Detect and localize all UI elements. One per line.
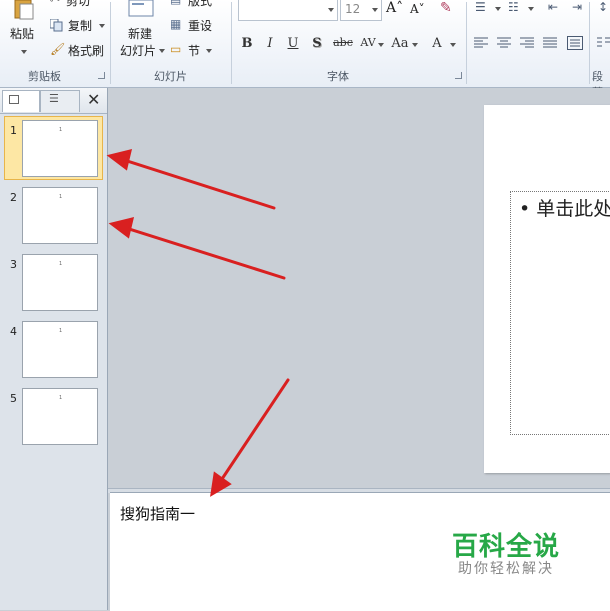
bullets-icon[interactable]: ☰ [475, 0, 486, 14]
thumbnail-marker: 1 [59, 328, 63, 334]
slide-thumbnail[interactable]: 1 [22, 120, 98, 177]
new-slide-label-line2: 幻灯片 [120, 44, 157, 58]
slide-thumbnail[interactable]: 1 [22, 254, 98, 311]
new-slide-button[interactable]: 新建 幻灯片 [116, 0, 165, 62]
format-painter-button[interactable]: 🖌 格式刷 [48, 42, 108, 58]
section-icon: ▭ [170, 42, 182, 56]
group-divider [110, 2, 111, 84]
justify-icon[interactable] [543, 37, 557, 49]
paste-label: 粘贴 [10, 27, 35, 41]
copy-button[interactable]: 复制 [48, 17, 108, 33]
shadow-button[interactable]: S [310, 36, 324, 54]
thumbnail-marker: 1 [59, 261, 63, 267]
clipboard-group-label: 剪贴板 [28, 70, 61, 83]
font-color-button[interactable]: A [430, 36, 444, 54]
thumbnail-marker: 1 [59, 127, 63, 133]
reset-icon: ▦ [170, 17, 182, 31]
shrink-font-icon[interactable]: A˅ [410, 2, 425, 16]
increase-indent-icon[interactable]: ⇥ [572, 0, 582, 14]
reset-label: 重设 [188, 19, 213, 33]
outline-tab-icon: ☰ [49, 92, 59, 105]
placeholder-text: • 单击此处 [519, 198, 610, 220]
font-size-field[interactable]: 12 [340, 0, 382, 21]
slide-number: 5 [10, 392, 17, 405]
character-spacing-dropdown-icon [378, 43, 384, 47]
copy-label: 复制 [68, 19, 93, 33]
slides-panel: ☰ ✕ 1 1 2 1 3 1 4 1 5 1 [0, 88, 108, 610]
font-name-dropdown-icon [328, 8, 334, 12]
font-size-value: 12 [345, 2, 361, 16]
italic-button[interactable]: I [263, 36, 277, 54]
grow-font-icon[interactable]: A˄ [386, 0, 403, 16]
copy-dropdown-icon [99, 24, 105, 28]
align-right-icon[interactable] [520, 37, 534, 49]
numbering-icon[interactable]: ☷ [508, 0, 519, 14]
section-button[interactable]: ▭ 节 [168, 42, 228, 58]
slide-thumbnail[interactable]: 1 [22, 187, 98, 244]
layout-icon: ▤ [170, 0, 181, 6]
scissors-icon: ✂ [50, 0, 60, 6]
thumbnail-marker: 1 [59, 194, 63, 200]
clipboard-launcher-icon[interactable] [98, 72, 105, 79]
new-slide-label-line1: 新建 [128, 27, 153, 41]
format-painter-label: 格式刷 [68, 44, 105, 58]
tab-outline[interactable]: ☰ [40, 90, 80, 112]
slide-number: 1 [10, 124, 17, 137]
change-case-button[interactable]: Aa [390, 36, 410, 54]
copy-icon [50, 19, 63, 32]
slide-thumbnail[interactable]: 1 [22, 321, 98, 378]
close-panel-icon[interactable]: ✕ [87, 90, 100, 109]
line-spacing-icon[interactable]: ↕ [598, 0, 608, 14]
distributed-icon[interactable] [567, 36, 583, 50]
strikethrough-button[interactable]: abc [332, 36, 354, 54]
layout-button[interactable]: ▤ 版式 [168, 0, 228, 8]
font-launcher-icon[interactable] [455, 72, 462, 79]
group-divider [231, 2, 232, 84]
section-dropdown-icon [206, 49, 212, 53]
change-case-dropdown-icon [412, 43, 418, 47]
cut-button[interactable]: ✂ 剪切 [48, 0, 108, 8]
bullets-dropdown-icon [495, 7, 501, 11]
tab-slides[interactable] [2, 90, 40, 112]
font-name-field[interactable] [238, 0, 338, 21]
decrease-indent-icon[interactable]: ⇤ [548, 0, 558, 14]
content-placeholder[interactable]: • 单击此处 [510, 191, 610, 435]
paste-icon [14, 0, 34, 20]
character-spacing-button[interactable]: AV [358, 36, 378, 54]
slides-tab-icon [9, 95, 19, 104]
align-center-icon[interactable] [497, 37, 511, 49]
slide-number: 2 [10, 191, 17, 204]
cut-label: 剪切 [66, 0, 91, 8]
underline-button[interactable]: U [286, 36, 300, 54]
paste-dropdown-icon [21, 50, 27, 54]
slides-group-label: 幻灯片 [154, 70, 187, 83]
ribbon: 粘贴 ✂ 剪切 复制 🖌 格式刷 剪贴板 新建 幻灯片 ▤ 版式 ▦ 重设 [0, 0, 610, 99]
reset-button[interactable]: ▦ 重设 [168, 17, 228, 33]
slide-number: 3 [10, 258, 17, 271]
columns-icon[interactable] [597, 37, 610, 49]
notes-text: 搜狗指南一 [120, 505, 196, 523]
slide-number: 4 [10, 325, 17, 338]
numbering-dropdown-icon [528, 7, 534, 11]
paste-button[interactable]: 粘贴 [6, 0, 42, 64]
slide-thumbnail[interactable]: 1 [22, 388, 98, 445]
section-label: 节 [188, 44, 201, 58]
font-color-dropdown-icon [450, 43, 456, 47]
clear-formatting-icon[interactable]: ✎ [440, 0, 452, 16]
align-left-icon[interactable] [474, 37, 488, 49]
group-divider [589, 2, 590, 84]
format-painter-icon: 🖌 [50, 42, 66, 56]
thumbnail-marker: 1 [59, 395, 63, 401]
font-group-label: 字体 [327, 70, 349, 83]
bold-button[interactable]: B [240, 36, 254, 54]
layout-label: 版式 [188, 0, 213, 8]
new-slide-dropdown-icon [159, 49, 165, 53]
panel-tabs: ☰ ✕ [0, 88, 107, 114]
watermark-subtitle: 助你轻松解决 [458, 561, 554, 577]
new-slide-icon [128, 0, 154, 17]
font-size-dropdown-icon [372, 8, 378, 12]
group-divider [466, 2, 467, 84]
